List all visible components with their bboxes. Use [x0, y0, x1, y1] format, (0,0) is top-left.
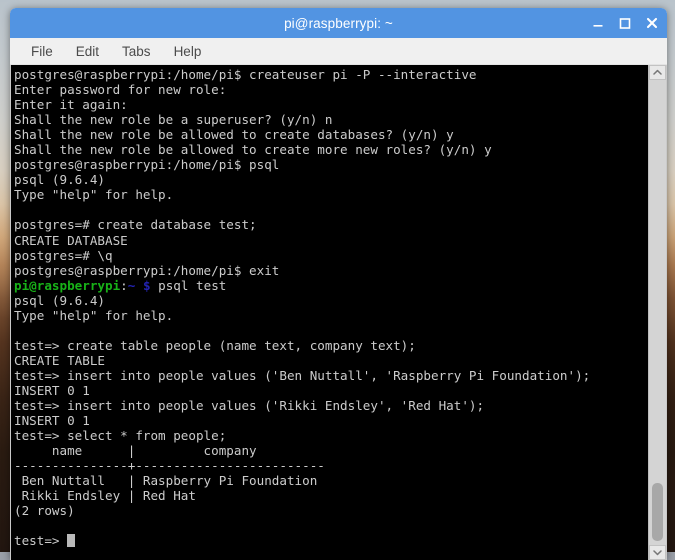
terminal-line: name | company: [14, 443, 257, 459]
terminal-area: postgres@raspberrypi:/home/pi$ createuse…: [10, 65, 667, 560]
terminal-line: ---------------+------------------------…: [14, 458, 325, 474]
scrollbar-track[interactable]: [649, 80, 666, 545]
terminal-line: Enter password for new role:: [14, 82, 227, 98]
terminal-window: pi@raspberrypi: ~ File Edit Tabs Help po…: [10, 8, 667, 560]
terminal-line: test=> select * from people;: [14, 428, 227, 444]
chevron-up-icon[interactable]: [649, 65, 666, 80]
terminal-line: Type "help" for help.: [14, 307, 174, 323]
terminal-line: postgres=# \q: [14, 247, 113, 263]
terminal-line: Shall the new role be a superuser? (y/n)…: [14, 112, 333, 128]
menu-bar: File Edit Tabs Help: [10, 38, 667, 65]
terminal-line: test=> create table people (name text, c…: [14, 337, 416, 353]
terminal-line: psql (9.6.4): [14, 292, 105, 308]
terminal-line: (2 rows): [14, 503, 75, 519]
window-title: pi@raspberrypi: ~: [284, 15, 393, 31]
terminal-line: Shall the new role be allowed to create …: [14, 142, 492, 158]
terminal-line: test=> insert into people values ('Rikki…: [14, 398, 485, 414]
scrollbar-thumb[interactable]: [652, 483, 663, 541]
terminal-line: postgres@raspberrypi:/home/pi$ exit: [14, 262, 280, 278]
menu-item-file[interactable]: File: [24, 42, 60, 61]
maximize-icon[interactable]: [618, 16, 632, 30]
terminal-line: Shall the new role be allowed to create …: [14, 127, 454, 143]
minimize-icon[interactable]: [591, 16, 605, 30]
terminal-line: psql (9.6.4): [14, 172, 105, 188]
terminal-line: Enter it again:: [14, 97, 128, 113]
terminal-line: pi@raspberrypi:~ $ psql test: [14, 277, 227, 293]
terminal-line: test=> insert into people values ('Ben N…: [14, 367, 591, 383]
menu-item-help[interactable]: Help: [167, 42, 209, 61]
terminal-line: INSERT 0 1: [14, 382, 90, 398]
terminal-scrollbar[interactable]: [648, 65, 666, 560]
menu-item-edit[interactable]: Edit: [69, 42, 106, 61]
terminal-cursor: [67, 534, 75, 548]
terminal-line: CREATE TABLE: [14, 352, 105, 368]
terminal-line: Type "help" for help.: [14, 187, 174, 203]
menu-item-tabs[interactable]: Tabs: [115, 42, 158, 61]
terminal-line: Rikki Endsley | Red Hat: [14, 488, 196, 504]
terminal-line: Ben Nuttall | Raspberry Pi Foundation: [14, 473, 318, 489]
terminal-output[interactable]: postgres@raspberrypi:/home/pi$ createuse…: [11, 65, 648, 560]
terminal-line: postgres=# create database test;: [14, 217, 257, 233]
terminal-line: INSERT 0 1: [14, 413, 90, 429]
terminal-line: postgres@raspberrypi:/home/pi$ createuse…: [14, 67, 477, 82]
chevron-down-icon[interactable]: [649, 545, 666, 560]
window-controls: [591, 8, 659, 38]
terminal-line: postgres@raspberrypi:/home/pi$ psql: [14, 157, 280, 173]
close-icon[interactable]: [645, 16, 659, 30]
window-titlebar[interactable]: pi@raspberrypi: ~: [10, 8, 667, 38]
terminal-line: CREATE DATABASE: [14, 232, 128, 248]
terminal-line: test=>: [14, 533, 648, 548]
